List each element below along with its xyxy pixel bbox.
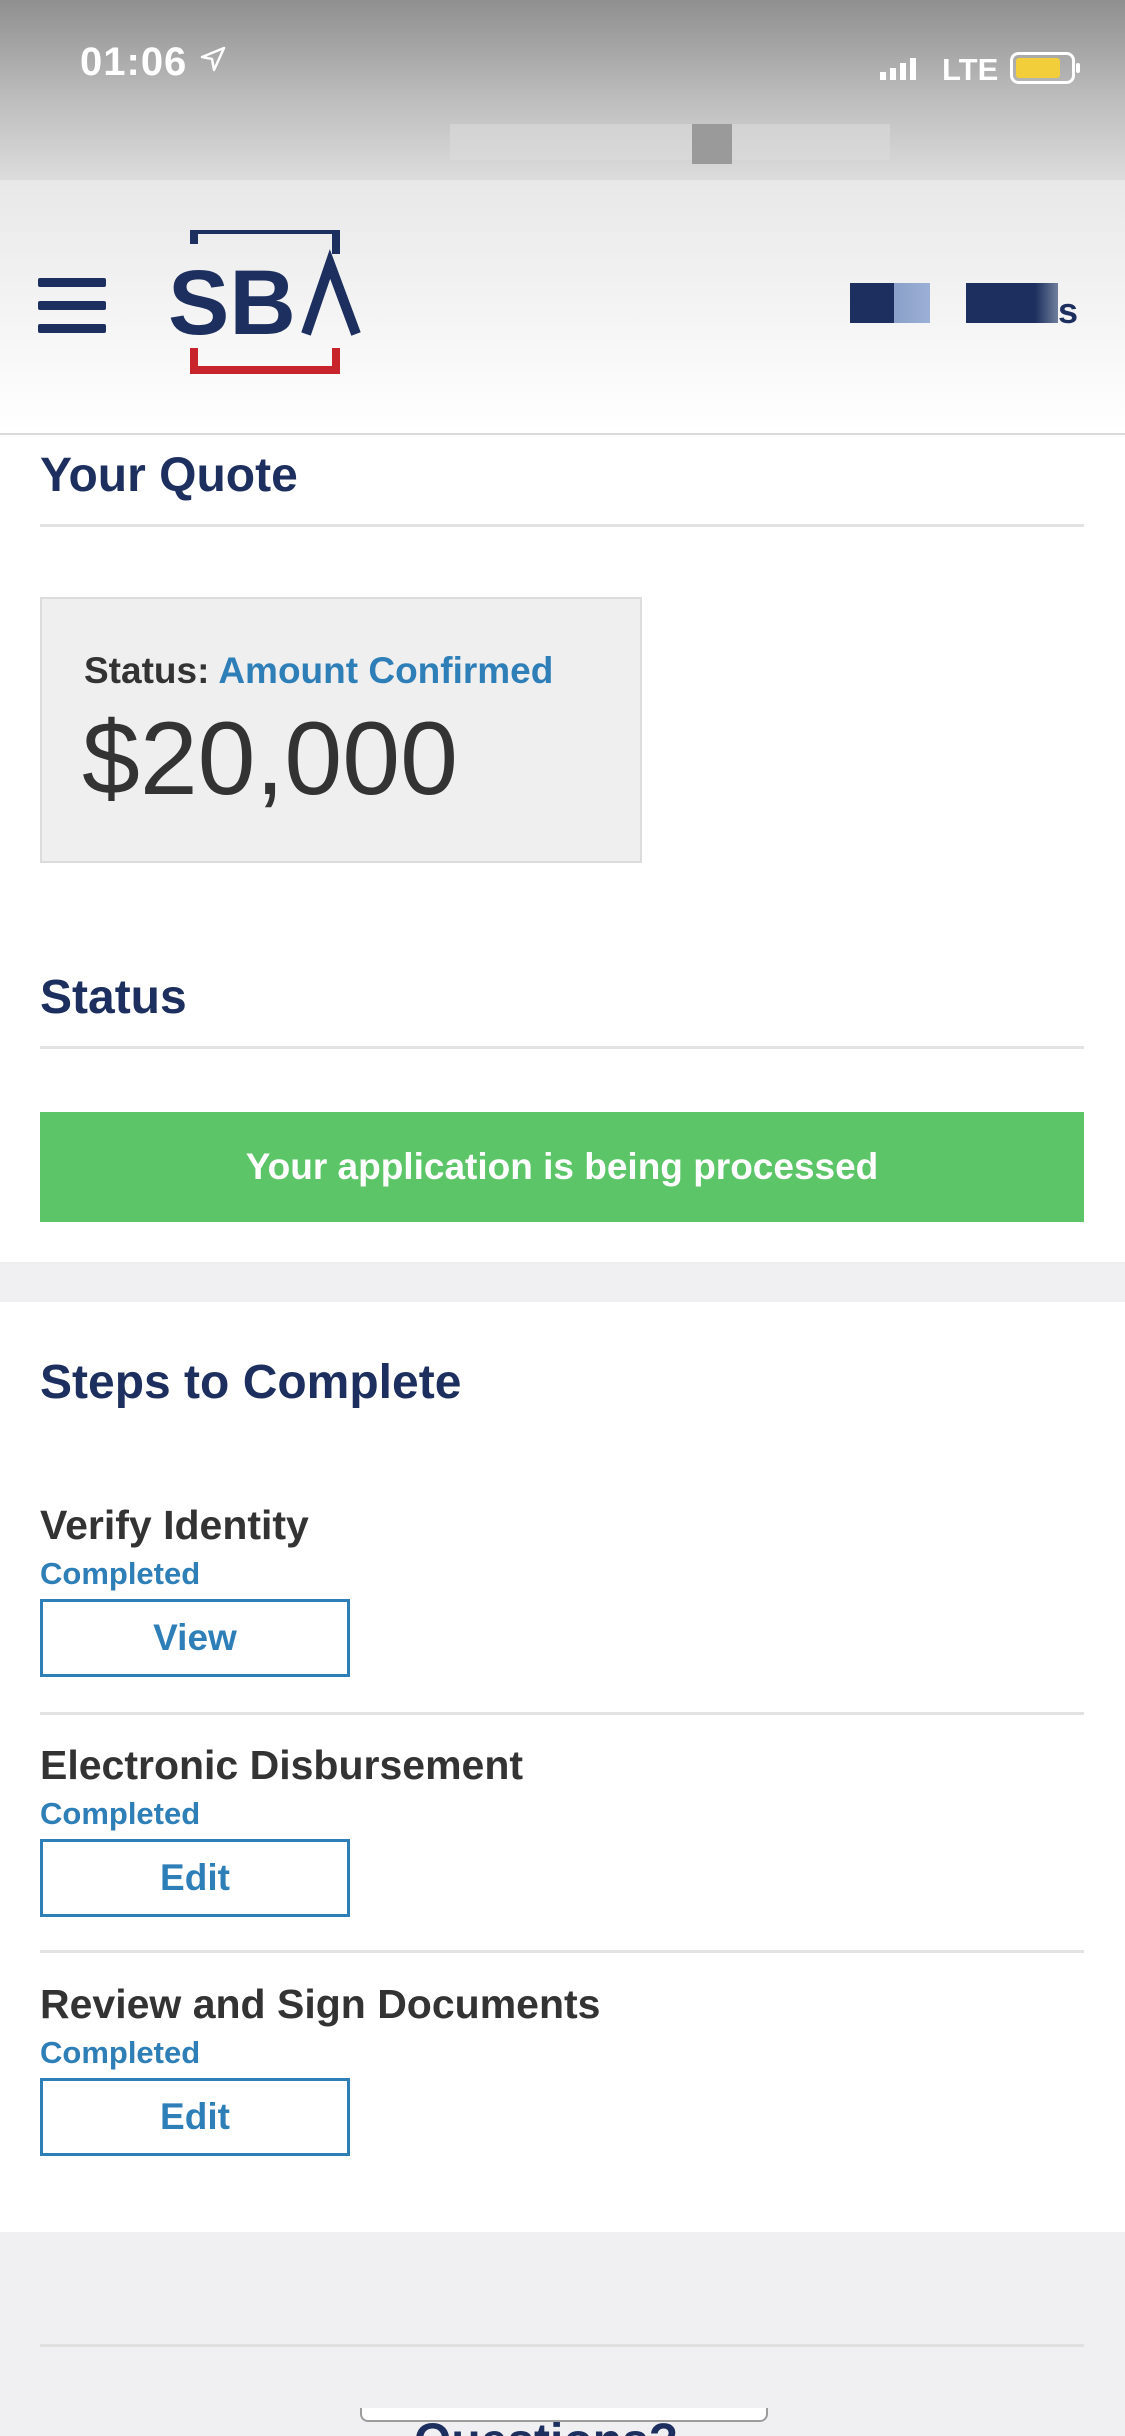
quote-status-value: Amount Confirmed xyxy=(218,650,554,691)
step-status-review-sign-documents: Completed xyxy=(40,2035,201,2070)
quote-status-label: Status: xyxy=(84,650,210,691)
step-status-electronic-disbursement: Completed xyxy=(40,1796,201,1831)
hamburger-menu-icon[interactable] xyxy=(38,276,110,336)
edit-documents-button[interactable]: Edit xyxy=(40,2078,350,2156)
quote-amount: $20,000 xyxy=(82,701,458,817)
divider xyxy=(40,1046,1084,1049)
divider xyxy=(40,1712,1084,1715)
steps-heading: Steps to Complete xyxy=(40,1356,462,1409)
divider xyxy=(40,524,1084,527)
status-time: 01:06 xyxy=(80,40,188,84)
quote-status: Status: Amount Confirmed xyxy=(84,650,553,692)
step-title-electronic-disbursement: Electronic Disbursement xyxy=(40,1742,524,1788)
redacted-block xyxy=(692,124,732,164)
signal-strength-icon xyxy=(880,58,916,80)
quote-heading: Your Quote xyxy=(40,449,298,502)
application-status-banner: Your application is being processed xyxy=(40,1112,1084,1222)
user-name[interactable]: s xyxy=(1058,290,1078,332)
step-title-review-sign-documents: Review and Sign Documents xyxy=(40,1981,601,2027)
sba-logo[interactable]: SB xyxy=(166,230,366,378)
location-arrow-icon xyxy=(200,46,226,72)
step-title-verify-identity: Verify Identity xyxy=(40,1502,309,1548)
status-heading: Status xyxy=(40,971,187,1024)
edit-disbursement-button[interactable]: Edit xyxy=(40,1839,350,1917)
divider xyxy=(40,2344,1084,2347)
section-separator xyxy=(0,1262,1125,1302)
user-name-redacted xyxy=(966,283,1058,323)
view-button[interactable]: View xyxy=(40,1599,350,1677)
svg-text:SB: SB xyxy=(168,252,296,354)
network-type: LTE xyxy=(942,52,999,87)
battery-icon xyxy=(1010,52,1080,84)
user-name-redacted xyxy=(850,283,930,323)
divider xyxy=(40,1950,1084,1953)
home-indicator[interactable] xyxy=(360,2408,768,2422)
step-status-verify-identity: Completed xyxy=(40,1556,201,1591)
redacted-area xyxy=(450,124,890,160)
